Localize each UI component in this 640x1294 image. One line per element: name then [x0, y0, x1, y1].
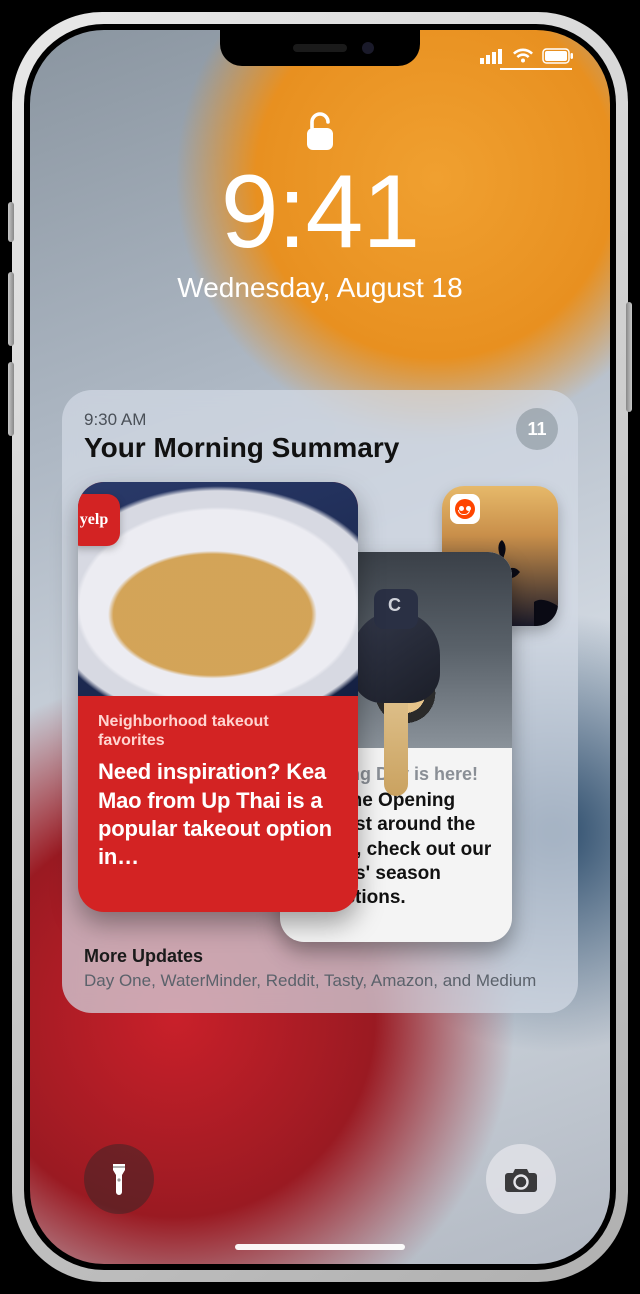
lock-screen[interactable]: 9:41 Wednesday, August 18 9:30 AM Your M… [30, 30, 610, 1264]
power-button[interactable] [626, 302, 632, 412]
summary-more-updates[interactable]: More Updates Day One, WaterMinder, Reddi… [84, 946, 556, 991]
notch [220, 30, 420, 66]
yelp-app-icon: yelp [78, 494, 120, 546]
lock-date: Wednesday, August 18 [30, 272, 610, 304]
cellular-icon [480, 48, 504, 64]
summary-cards: E Opening Day is here! With the Opening … [84, 482, 556, 942]
lock-screen-controls [30, 1144, 610, 1214]
wifi-icon [512, 48, 534, 64]
battery-icon [542, 48, 574, 64]
camera-button[interactable] [486, 1144, 556, 1214]
phone-frame: 9:41 Wednesday, August 18 9:30 AM Your M… [12, 12, 628, 1282]
camera-icon [504, 1166, 538, 1193]
reddit-app-icon [450, 494, 480, 524]
flashlight-icon [106, 1162, 132, 1196]
flashlight-button[interactable] [84, 1144, 154, 1214]
yelp-body-text: Need inspiration? Kea Mao from Up Thai i… [98, 758, 338, 871]
notification-summary[interactable]: 9:30 AM Your Morning Summary 11 [62, 390, 578, 1013]
summary-title: Your Morning Summary [84, 432, 556, 464]
more-updates-apps: Day One, WaterMinder, Reddit, Tasty, Ama… [84, 971, 556, 991]
mute-switch[interactable] [8, 202, 14, 242]
yelp-image [78, 482, 358, 696]
yelp-subtitle: Neighborhood takeout favorites [98, 712, 338, 750]
unlock-icon [303, 108, 337, 154]
phone-bezel: 9:41 Wednesday, August 18 9:30 AM Your M… [24, 24, 616, 1270]
more-updates-label: More Updates [84, 946, 556, 967]
lock-header: 9:41 Wednesday, August 18 [30, 108, 610, 304]
volume-down-button[interactable] [8, 362, 14, 436]
summary-count-badge[interactable]: 11 [516, 408, 558, 450]
summary-card-yelp[interactable]: yelp Neighborhood takeout favorites Need… [78, 482, 358, 912]
status-bar [480, 48, 574, 64]
status-underline [500, 68, 572, 70]
home-indicator[interactable] [235, 1244, 405, 1250]
summary-time: 9:30 AM [84, 410, 556, 430]
lock-time: 9:41 [30, 160, 610, 264]
volume-up-button[interactable] [8, 272, 14, 346]
